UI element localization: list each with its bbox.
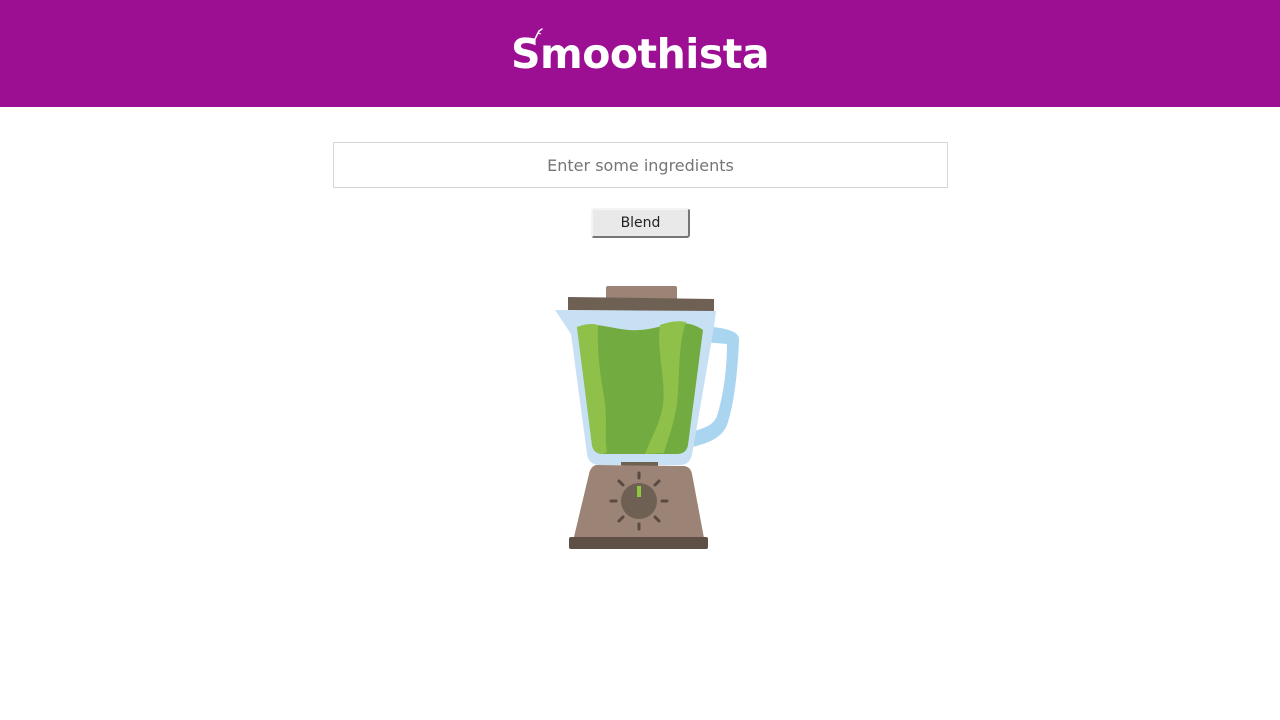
straw-icon	[533, 28, 543, 42]
blender-icon	[555, 286, 740, 549]
ingredients-input[interactable]	[333, 142, 948, 188]
base-foot	[569, 537, 708, 549]
blend-button[interactable]: Blend	[591, 208, 690, 238]
blender-lid	[568, 297, 714, 311]
logo-text: Smoothista	[510, 30, 770, 78]
logo[interactable]: Smoothista	[0, 0, 1280, 107]
dial-indicator	[637, 486, 641, 497]
